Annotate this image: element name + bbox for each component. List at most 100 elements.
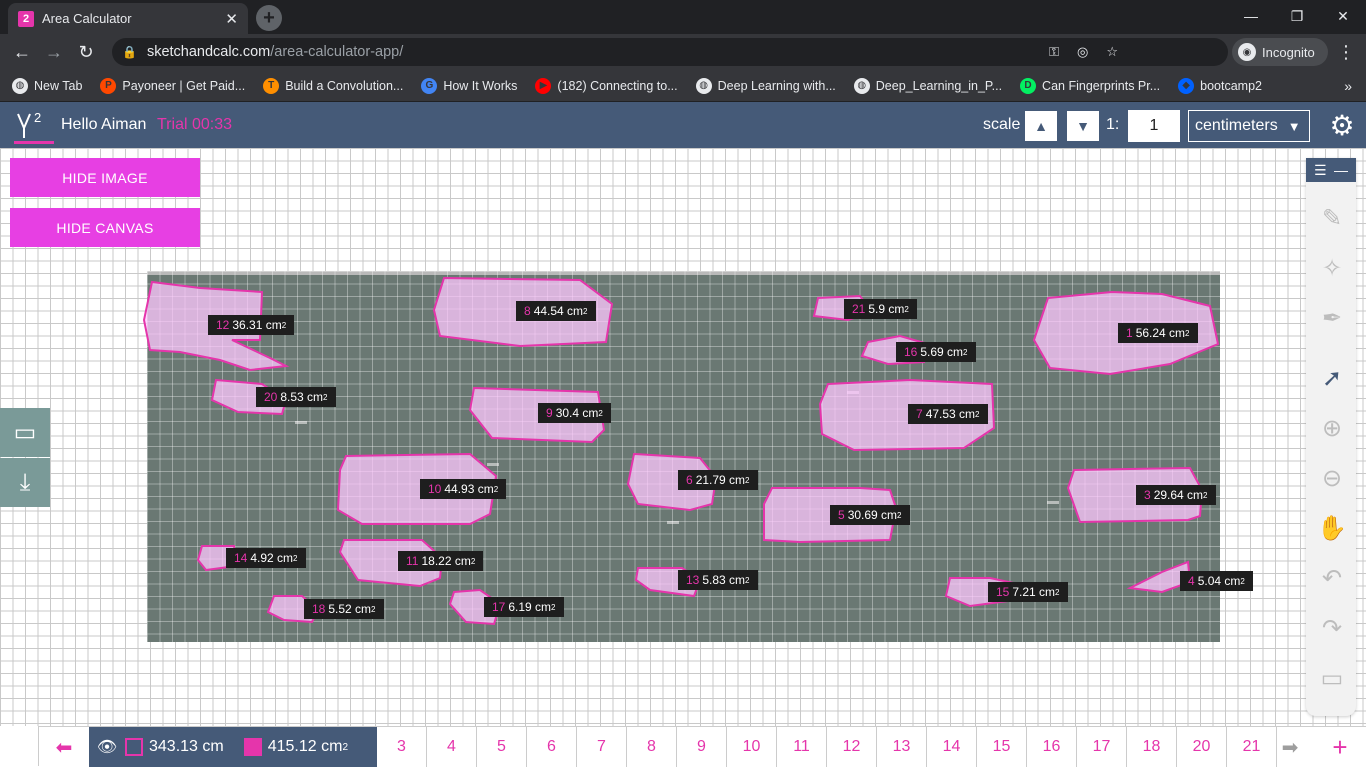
shape-label[interactable]: 13 5.83 cm 2 <box>678 570 758 590</box>
browser-tab[interactable]: 2 Area Calculator ✕ <box>8 3 248 34</box>
hide-canvas-button[interactable]: HIDE CANVAS <box>10 208 200 247</box>
totals-summary[interactable]: 👁 343.13 cm 415.12 cm 2 <box>89 727 377 767</box>
shape-page-button[interactable]: 20 <box>1177 727 1227 767</box>
bookmark-item[interactable]: ◍ New Tab <box>12 77 83 94</box>
shape-label[interactable]: 15 7.21 cm 2 <box>988 582 1068 602</box>
shape-page-button[interactable]: 13 <box>877 727 927 767</box>
shape-area-unit-exp: 2 <box>470 556 476 566</box>
shape-page-button[interactable]: 18 <box>1127 727 1177 767</box>
bookmark-item[interactable]: ◆ bootcamp2 <box>1178 77 1262 94</box>
zoom-out-icon[interactable]: ⊖ <box>1316 462 1348 494</box>
logo[interactable]: 2 <box>12 108 54 144</box>
shape-page-button[interactable]: 14 <box>927 727 977 767</box>
shape-label[interactable]: 4 5.04 cm 2 <box>1180 571 1253 591</box>
zoom-in-icon[interactable]: ⊕ <box>1316 412 1348 444</box>
scale-ratio-input[interactable] <box>1128 110 1180 142</box>
bookmark-item[interactable]: ◍ Deep_Learning_in_P... <box>853 77 1002 94</box>
incognito-label: Incognito <box>1262 44 1315 60</box>
shape-page-button[interactable]: 11 <box>777 727 827 767</box>
hand-icon[interactable]: ✋ <box>1316 512 1348 544</box>
shape-page-button[interactable]: 16 <box>1027 727 1077 767</box>
shape-label[interactable]: 6 21.79 cm 2 <box>678 470 758 490</box>
eye-off-icon[interactable]: ◎ <box>1077 44 1088 60</box>
bookmark-label: Deep Learning with... <box>717 78 836 93</box>
magic-wand-icon[interactable]: ✧ <box>1316 252 1348 284</box>
shape-page-button[interactable]: 9 <box>677 727 727 767</box>
download-icon[interactable]: ⤓ <box>0 458 50 507</box>
shape-label[interactable]: 11 18.22 cm 2 <box>398 551 484 571</box>
shape-label[interactable]: 14 4.92 cm 2 <box>226 548 306 568</box>
url-input[interactable]: 🔒 sketchandcalc.com/area-calculator-app/… <box>112 38 1228 66</box>
scale-down-button[interactable]: ▼ <box>1066 110 1100 142</box>
menu-dots-icon[interactable]: ⋮ <box>1334 40 1358 64</box>
shape-page-button[interactable]: 10 <box>727 727 777 767</box>
shape-area-unit-exp: 2 <box>904 304 909 314</box>
reload-icon[interactable]: ↻ <box>74 40 98 64</box>
key-icon[interactable]: ⚿ <box>1049 44 1059 60</box>
shape-area-unit-exp: 2 <box>293 553 298 563</box>
shape-page-button[interactable]: 4 <box>427 727 477 767</box>
shape-page-button[interactable]: 3 <box>377 727 427 767</box>
new-tab-button[interactable]: + <box>256 5 282 31</box>
shape-label[interactable]: 16 5.69 cm 2 <box>896 342 976 362</box>
hide-image-button[interactable]: HIDE IMAGE <box>10 158 200 197</box>
shape-label[interactable]: 3 29.64 cm 2 <box>1136 485 1216 505</box>
chevron-more-icon[interactable]: » <box>1344 78 1352 94</box>
close-icon[interactable]: ✕ <box>225 10 238 28</box>
shape-page-button[interactable]: 15 <box>977 727 1027 767</box>
next-arrow-icon[interactable]: ➡ <box>1265 727 1315 767</box>
add-icon[interactable]: + <box>1315 727 1365 767</box>
tool-palette: ☰ — ✎ ✧ ✒ ➚ ⊕ ⊖ ✋ ↶ ↷ ▭ <box>1306 158 1356 716</box>
shape-page-button[interactable]: 8 <box>627 727 677 767</box>
pointer-icon[interactable]: ➚ <box>1316 362 1348 394</box>
shape-area-unit-exp: 2 <box>583 306 588 316</box>
window-close-icon[interactable]: ✕ <box>1320 0 1366 32</box>
shape-page-button[interactable]: 17 <box>1077 727 1127 767</box>
incognito-badge[interactable]: ◉ Incognito <box>1232 38 1328 66</box>
shape-label[interactable]: 10 44.93 cm 2 <box>420 479 507 499</box>
scale-up-button[interactable]: ▲ <box>1024 110 1058 142</box>
shape-label[interactable]: 1 56.24 cm 2 <box>1118 323 1198 343</box>
shape-area-unit-exp: 2 <box>551 602 556 612</box>
ruler-icon[interactable]: ✎ <box>1316 202 1348 234</box>
back-icon[interactable]: ← <box>10 40 34 64</box>
shape-page-button[interactable]: 5 <box>477 727 527 767</box>
shape-area-unit-exp: 2 <box>975 409 980 419</box>
shape-area: 30.4 cm <box>555 406 599 420</box>
gear-icon[interactable]: ⚙ <box>1326 110 1358 142</box>
bookmark-item[interactable]: D Can Fingerprints Pr... <box>1020 77 1160 94</box>
shape-page-button[interactable]: 7 <box>577 727 627 767</box>
bookmark-item[interactable]: T Build a Convolution... <box>263 77 403 94</box>
shape-label[interactable]: 8 44.54 cm 2 <box>516 301 596 321</box>
comment-icon[interactable]: ▭ <box>0 408 50 457</box>
bookmark-item[interactable]: P Payoneer | Get Paid... <box>100 77 245 94</box>
prev-arrow-icon[interactable]: ⬅ <box>39 727 89 767</box>
hamburger-icon[interactable]: ☰ <box>1314 162 1327 179</box>
shape-page-button[interactable]: 12 <box>827 727 877 767</box>
forward-icon[interactable]: → <box>42 40 66 64</box>
shape-label[interactable]: 5 30.69 cm 2 <box>830 505 910 525</box>
pen-icon[interactable]: ✒ <box>1316 302 1348 334</box>
minimize-icon[interactable]: — <box>1228 0 1274 32</box>
unit-select[interactable]: centimeters ▼ <box>1188 110 1310 142</box>
shape-area-unit-exp: 2 <box>745 475 750 485</box>
undo-icon[interactable]: ↶ <box>1316 562 1348 594</box>
shape-label[interactable]: 7 47.53 cm 2 <box>908 404 988 424</box>
collapse-icon[interactable]: — <box>1334 162 1348 178</box>
shape-page-button[interactable]: 6 <box>527 727 577 767</box>
bookmark-label: New Tab <box>34 78 83 93</box>
shape-label[interactable]: 9 30.4 cm 2 <box>538 403 611 423</box>
restore-icon[interactable]: ❐ <box>1274 0 1320 32</box>
eye-icon[interactable]: 👁 <box>89 737 125 757</box>
bookmark-item[interactable]: G How It Works <box>421 77 517 94</box>
shape-label[interactable]: 12 36.31 cm 2 <box>208 315 295 335</box>
redo-icon[interactable]: ↷ <box>1316 612 1348 644</box>
comment-tool-icon[interactable]: ▭ <box>1316 662 1348 694</box>
shape-label[interactable]: 21 5.9 cm 2 <box>844 299 917 319</box>
shape-label[interactable]: 18 5.52 cm 2 <box>304 599 384 619</box>
shape-label[interactable]: 20 8.53 cm 2 <box>256 387 336 407</box>
bookmark-item[interactable]: ◍ Deep Learning with... <box>695 77 836 94</box>
star-icon[interactable]: ☆ <box>1106 44 1118 60</box>
shape-label[interactable]: 17 6.19 cm 2 <box>484 597 564 617</box>
bookmark-item[interactable]: ▶ (182) Connecting to... <box>535 77 678 94</box>
